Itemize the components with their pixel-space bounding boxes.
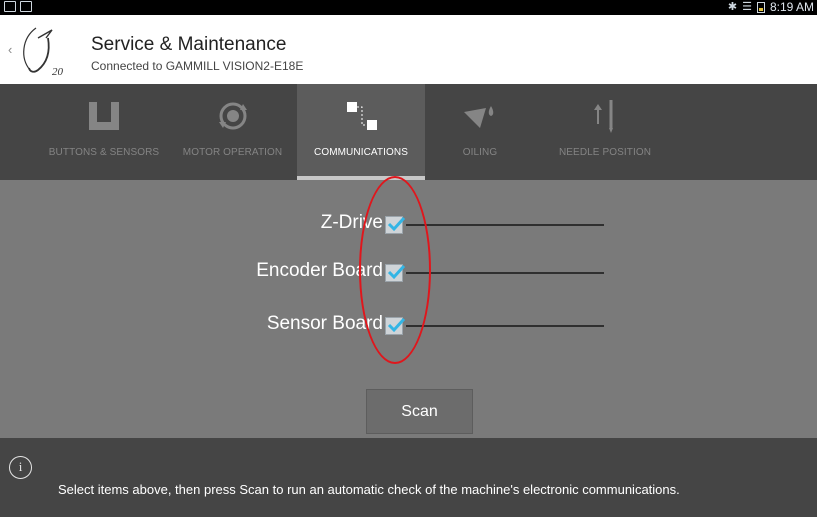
scan-button[interactable]: Scan [366, 389, 473, 434]
info-bar: i Select items above, then press Scan to… [0, 438, 817, 517]
tab-communications[interactable]: COMMUNICATIONS [297, 84, 425, 180]
scan-item-sensor-board: Sensor Board [0, 311, 817, 341]
item-label: Z-Drive [320, 212, 383, 233]
encoder-board-progress [406, 272, 604, 274]
screen-cast-icon [4, 1, 16, 12]
logo-text: 20 [52, 66, 64, 78]
scan-item-z-drive: Z-Drive [0, 210, 817, 240]
motor-operation-icon [218, 102, 247, 130]
check-icon [387, 264, 405, 280]
tab-label: COMMUNICATIONS [314, 147, 408, 158]
tab-label: OILING [462, 147, 498, 158]
scan-item-encoder-board: Encoder Board [0, 258, 817, 288]
tab-needle-position[interactable]: NEEDLE POSITION [535, 84, 675, 180]
tab-label: BUTTONS & SENSORS [48, 147, 160, 158]
tab-buttons-sensors[interactable]: BUTTONS & SENSORS [38, 84, 170, 180]
status-bar: ✱ ☰ 8:19 AM [0, 0, 817, 15]
bluetooth-icon: ✱ [727, 1, 738, 13]
z-drive-checkbox[interactable] [385, 216, 405, 234]
check-icon [387, 317, 405, 333]
info-text: Select items above, then press Scan to r… [58, 482, 680, 497]
item-label: Sensor Board [266, 313, 383, 334]
info-icon: i [9, 456, 32, 479]
status-time: 8:19 AM [769, 0, 814, 14]
action-bar: ‹ 20 Service & Maintenance Connected to … [0, 15, 817, 84]
tab-label: MOTOR OPERATION [182, 147, 283, 158]
gallery-icon [20, 1, 32, 12]
communications-icon [347, 102, 377, 130]
buttons-sensors-icon [89, 102, 119, 130]
connection-status: Connected to GAMMILL VISION2-E18E [91, 59, 304, 73]
battery-icon [756, 2, 765, 13]
tab-motor-operation[interactable]: MOTOR OPERATION [170, 84, 295, 180]
encoder-board-checkbox[interactable] [385, 264, 405, 282]
wifi-icon: ☰ [742, 1, 752, 13]
page-title: Service & Maintenance [91, 34, 287, 55]
item-label: Encoder Board [256, 260, 383, 281]
back-icon[interactable]: ‹ [8, 42, 12, 57]
check-icon [387, 216, 405, 232]
z-drive-progress [406, 224, 604, 226]
oiling-icon [464, 106, 494, 128]
sensor-board-checkbox[interactable] [385, 317, 405, 335]
tab-bar: BUTTONS & SENSORS MOTOR OPERATION COMMUN… [0, 84, 817, 180]
tab-label: NEEDLE POSITION [558, 147, 652, 158]
sensor-board-progress [406, 325, 604, 327]
needle-position-icon [594, 100, 613, 133]
app-logo[interactable]: 20 [18, 24, 76, 78]
tab-oiling[interactable]: OILING [425, 84, 535, 180]
